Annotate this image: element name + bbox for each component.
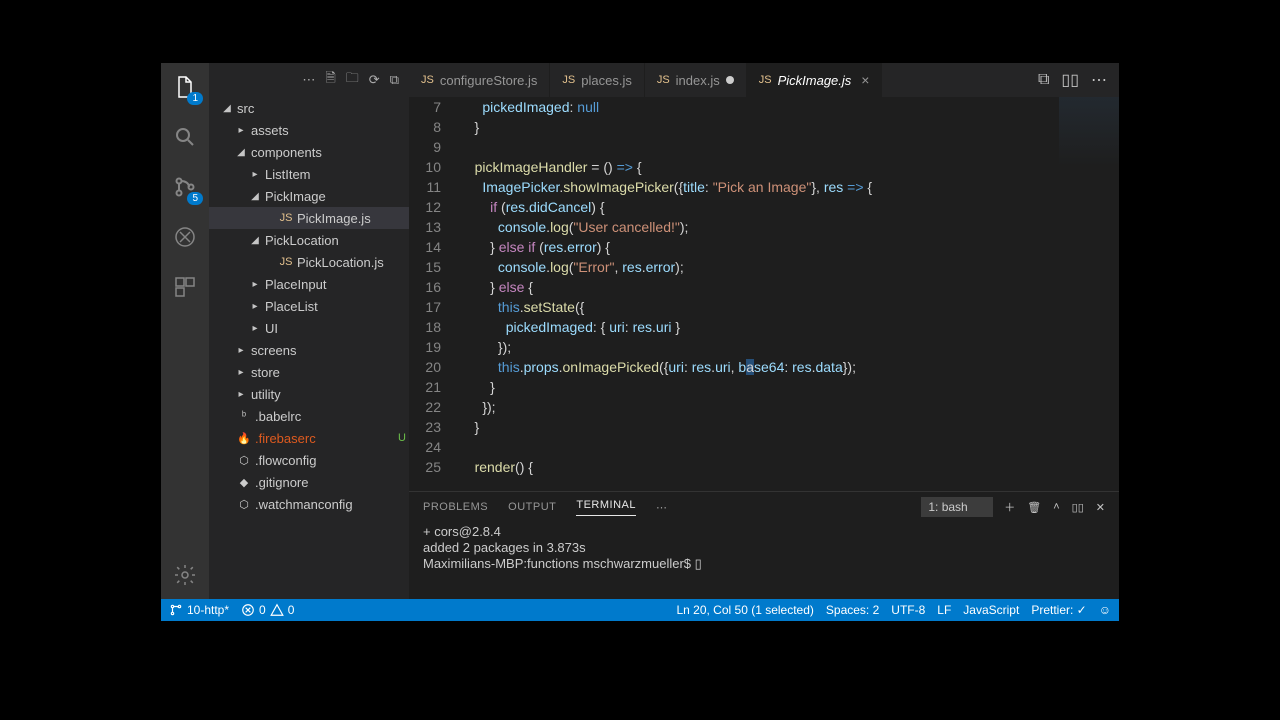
tab-problems[interactable]: PROBLEMS: [423, 501, 488, 513]
tree-item[interactable]: ᵇ.babelrc: [209, 405, 409, 427]
explorer-header: ⋯ 🗎 🗀 ⟳ ⧉: [209, 63, 409, 97]
refresh-icon[interactable]: ⟳: [369, 72, 380, 88]
explorer-badge: 1: [187, 92, 203, 105]
tree-item[interactable]: ◢PickImage: [209, 185, 409, 207]
collapse-all-icon[interactable]: ⧉: [390, 72, 399, 88]
editor-tab[interactable]: JSindex.js: [645, 63, 747, 97]
editor-group: JSconfigureStore.jsJSplaces.jsJSindex.js…: [409, 63, 1119, 599]
tree-item[interactable]: ▸screens: [209, 339, 409, 361]
vscode-window: 1 5 ⋯ 🗎 🗀: [161, 63, 1119, 621]
tree-item[interactable]: 🔥.firebasercU: [209, 427, 409, 449]
status-spaces[interactable]: Spaces: 2: [826, 603, 879, 617]
panel: PROBLEMS OUTPUT TERMINAL ⋯ 1: bash ▾ ＋ 🗑…: [409, 491, 1119, 599]
panel-split-icon[interactable]: ▯▯: [1072, 501, 1084, 514]
code-area[interactable]: pickedImaged: null } pickImageHandler = …: [459, 97, 1119, 491]
terminal-body[interactable]: + cors@2.8.4added 2 packages in 3.873sMa…: [409, 522, 1119, 599]
tree-item[interactable]: ▸store: [209, 361, 409, 383]
status-cursor[interactable]: Ln 20, Col 50 (1 selected): [676, 603, 813, 617]
file-tree[interactable]: ◢src▸assets◢components▸ListItem◢PickImag…: [209, 97, 409, 599]
status-eol[interactable]: LF: [937, 603, 951, 617]
activity-bar: 1 5: [161, 63, 209, 599]
explorer-sidebar: ⋯ 🗎 🗀 ⟳ ⧉ ◢src▸assets◢components▸ListIte…: [209, 63, 409, 599]
split-editor-icon[interactable]: ▯▯: [1061, 70, 1079, 90]
tree-item[interactable]: ▸PlaceInput: [209, 273, 409, 295]
status-feedback-icon[interactable]: ☺: [1099, 603, 1111, 617]
tree-item[interactable]: ◆.gitignore: [209, 471, 409, 493]
status-bar: 10-http* 0 0 Ln 20, Col 50 (1 selected) …: [161, 599, 1119, 621]
tree-item[interactable]: ◢components: [209, 141, 409, 163]
tree-item[interactable]: JSPickLocation.js: [209, 251, 409, 273]
extensions-icon[interactable]: [171, 273, 199, 301]
terminal-select[interactable]: 1: bash: [921, 497, 992, 517]
tree-item[interactable]: ▸PlaceList: [209, 295, 409, 317]
panel-close-icon[interactable]: ✕: [1096, 501, 1105, 514]
status-branch[interactable]: 10-http*: [169, 603, 229, 617]
scm-badge: 5: [187, 192, 203, 205]
tree-item[interactable]: ▸UI: [209, 317, 409, 339]
status-language[interactable]: JavaScript: [963, 603, 1019, 617]
status-errors[interactable]: 0 0: [241, 603, 294, 617]
tree-item[interactable]: ◢src: [209, 97, 409, 119]
tab-bar: JSconfigureStore.jsJSplaces.jsJSindex.js…: [409, 63, 1119, 97]
source-control-icon[interactable]: 5: [171, 173, 199, 201]
search-icon[interactable]: [171, 123, 199, 151]
tree-item[interactable]: ⬡.flowconfig: [209, 449, 409, 471]
new-folder-icon[interactable]: 🗀: [346, 69, 359, 91]
editor-tab[interactable]: JSconfigureStore.js: [409, 63, 550, 97]
tree-item[interactable]: JSPickImage.js: [209, 207, 409, 229]
tab-output[interactable]: OUTPUT: [508, 501, 556, 513]
explorer-icon[interactable]: 1: [171, 73, 199, 101]
tree-item[interactable]: ▸ListItem: [209, 163, 409, 185]
tree-item[interactable]: ⬡.watchmanconfig: [209, 493, 409, 515]
tree-item[interactable]: ▸utility: [209, 383, 409, 405]
tree-item[interactable]: ◢PickLocation: [209, 229, 409, 251]
more-icon[interactable]: ⋯: [1091, 70, 1107, 90]
status-prettier[interactable]: Prettier: ✓: [1031, 603, 1086, 617]
status-encoding[interactable]: UTF-8: [891, 603, 925, 617]
compare-icon[interactable]: ⧉: [1038, 71, 1049, 89]
editor-body[interactable]: 78910111213141516171819202122232425 pick…: [409, 97, 1119, 491]
dirty-dot-icon: [726, 76, 734, 84]
tab-terminal[interactable]: TERMINAL: [576, 499, 636, 516]
close-icon: ×: [861, 72, 869, 88]
debug-icon[interactable]: [171, 223, 199, 251]
new-file-icon[interactable]: 🗎: [325, 69, 335, 91]
new-terminal-icon[interactable]: ＋: [1004, 499, 1015, 515]
main-area: 1 5 ⋯ 🗎 🗀: [161, 63, 1119, 599]
editor-tab[interactable]: JSPickImage.js×: [747, 63, 883, 97]
settings-gear-icon[interactable]: [171, 561, 199, 589]
line-gutter: 78910111213141516171819202122232425: [409, 97, 459, 491]
kill-terminal-icon[interactable]: 🗑: [1027, 501, 1041, 514]
editor-tab[interactable]: JSplaces.js: [550, 63, 644, 97]
tab-more-icon[interactable]: ⋯: [656, 501, 668, 514]
tree-item[interactable]: ▸assets: [209, 119, 409, 141]
panel-up-icon[interactable]: ˄: [1053, 501, 1059, 513]
more-icon[interactable]: ⋯: [302, 72, 315, 88]
minimap[interactable]: [1059, 97, 1119, 197]
panel-tabs: PROBLEMS OUTPUT TERMINAL ⋯ 1: bash ▾ ＋ 🗑…: [409, 492, 1119, 522]
